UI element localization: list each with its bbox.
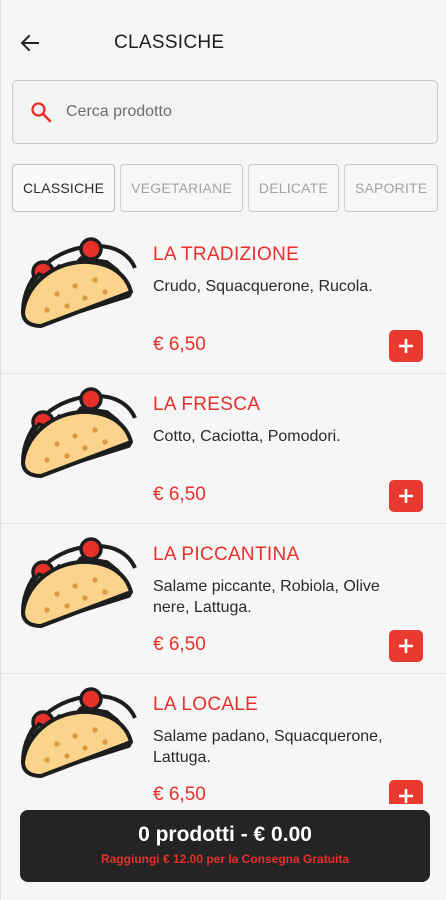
free-delivery-hint: Raggiungi € 12.00 per la Consegna Gratui… <box>100 852 350 866</box>
cart-total: 0 prodotti - € 0.00 <box>138 823 312 846</box>
taco-icon <box>21 237 137 328</box>
category-tabs: CLASSICHE VEGETARIANE DELICATE SAPORITE <box>12 164 446 214</box>
product-description: Salame padano, Squacquerone, Lattuga. <box>153 728 383 766</box>
plus-icon <box>399 639 413 653</box>
search-input[interactable] <box>66 103 386 121</box>
product-item[interactable]: LA PICCANTINA Salame piccante, Robiola, … <box>1 524 446 674</box>
product-name: LA TRADIZIONE <box>153 244 300 265</box>
product-name: LA PICCANTINA <box>153 544 300 565</box>
product-description: Cotto, Caciotta, Pomodori. <box>153 428 341 445</box>
product-price: € 6,50 <box>153 484 206 505</box>
search-icon <box>31 102 52 123</box>
product-item[interactable]: LA LOCALE Salame padano, Squacquerone, L… <box>1 674 446 804</box>
taco-icon <box>21 387 137 478</box>
product-name: LA FRESCA <box>153 394 261 415</box>
search-bar[interactable] <box>12 80 438 144</box>
product-item[interactable]: LA TRADIZIONE Crudo, Squacquerone, Rucol… <box>1 224 446 374</box>
app-screen: CLASSICHE CLASSICHEVEGETARIANEDELICATESA… <box>0 0 446 900</box>
tab-saporite[interactable]: SAPORITE <box>343 164 439 212</box>
tab-classiche[interactable]: CLASSICHE <box>12 164 116 212</box>
plus-icon <box>399 789 413 803</box>
product-price: € 6,50 <box>153 334 206 355</box>
product-price: € 6,50 <box>153 634 206 655</box>
tab-vegetariane[interactable]: VEGETARIANE <box>120 164 243 212</box>
plus-icon <box>399 489 413 503</box>
app-bar: CLASSICHE <box>1 0 446 84</box>
product-item[interactable]: LA FRESCA Cotto, Caciotta, Pomodori. € 6… <box>1 374 446 524</box>
add-to-cart-button[interactable] <box>389 330 423 362</box>
add-to-cart-button[interactable] <box>389 480 423 512</box>
add-to-cart-button[interactable] <box>389 630 423 662</box>
product-price: € 6,50 <box>153 784 206 804</box>
product-name: LA LOCALE <box>153 694 259 715</box>
plus-icon <box>399 339 413 353</box>
page-title: CLASSICHE <box>114 32 225 53</box>
product-description: Salame piccante, Robiola, Olive nere, La… <box>153 578 380 616</box>
taco-icon <box>21 687 137 778</box>
back-button[interactable] <box>15 28 45 58</box>
product-list: LA TRADIZIONE Crudo, Squacquerone, Rucol… <box>1 224 446 804</box>
product-description: Crudo, Squacquerone, Rucola. <box>153 278 373 295</box>
add-to-cart-button[interactable] <box>389 780 423 804</box>
cart-summary-button[interactable]: 0 prodotti - € 0.00 Raggiungi € 12.00 pe… <box>20 810 430 882</box>
tab-delicate[interactable]: DELICATE <box>247 164 339 212</box>
taco-icon <box>21 537 137 628</box>
arrow-left-icon <box>20 34 39 52</box>
